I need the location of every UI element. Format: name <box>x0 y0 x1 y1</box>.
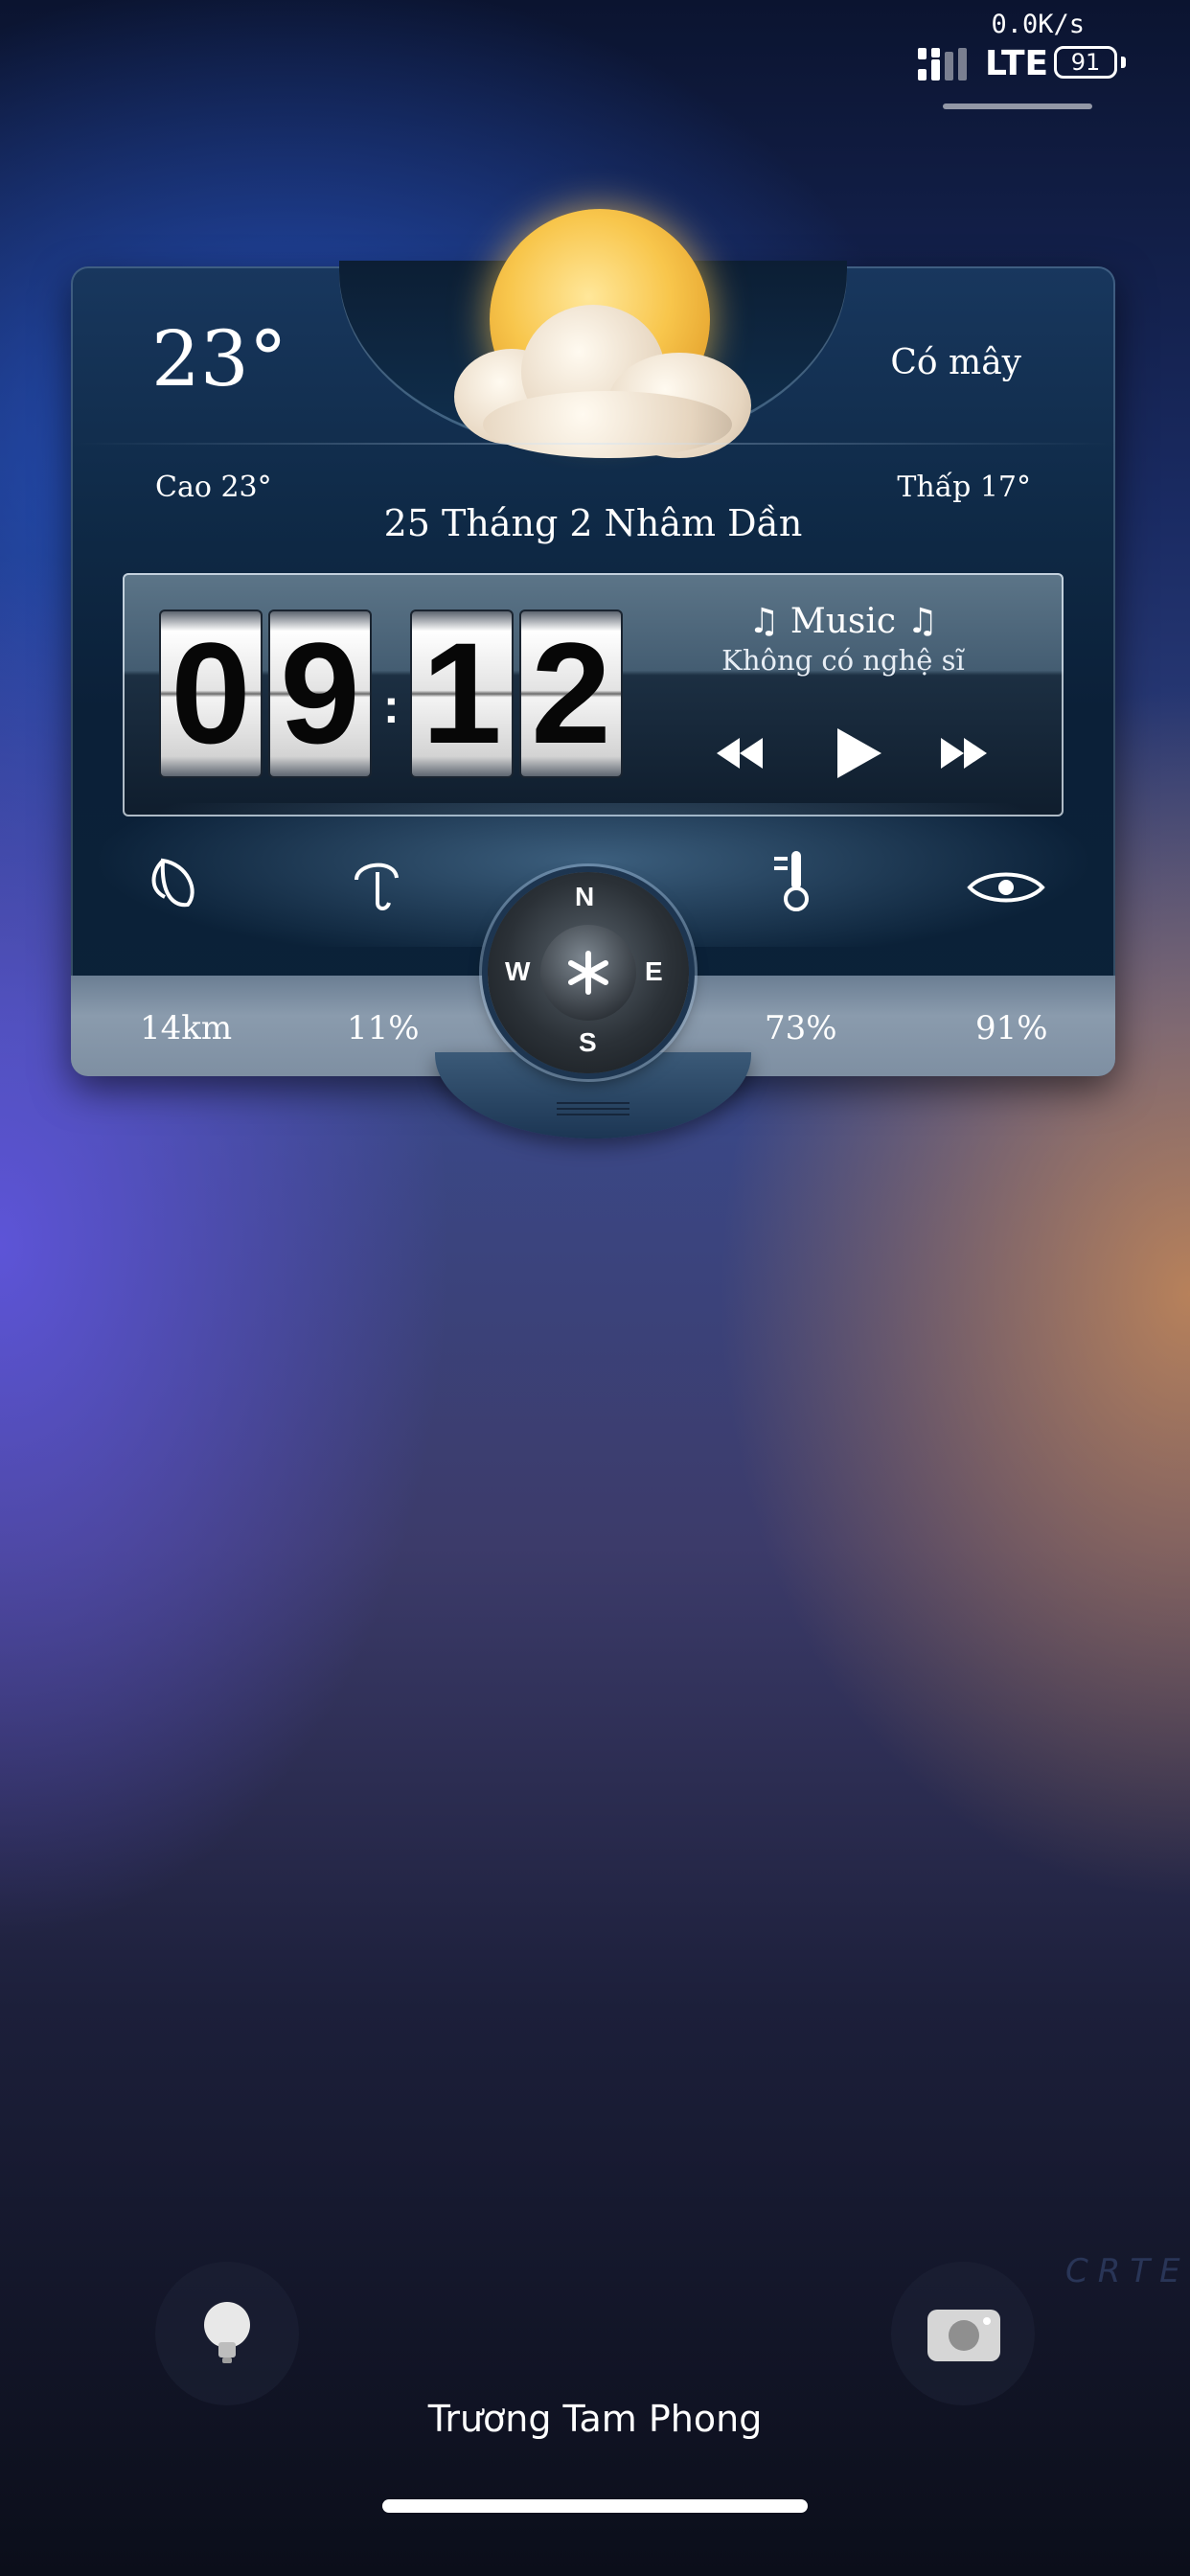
clock-digit: 2 <box>519 610 623 778</box>
play-button[interactable] <box>832 726 883 784</box>
compass-east: E <box>645 956 663 986</box>
music-title[interactable]: ♫ Music ♫ <box>690 602 996 641</box>
owner-name: Trương Tam Phong <box>427 2398 763 2440</box>
compass-west: W <box>505 956 531 986</box>
compass-north: N <box>575 882 595 911</box>
visibility-distance: 14km <box>140 1009 233 1047</box>
network-speed: 0.0K/s <box>991 10 1085 39</box>
flashlight-icon <box>204 2302 250 2363</box>
current-temperature: 23° <box>151 314 287 403</box>
clock-digit: 1 <box>410 610 514 778</box>
flashlight-button[interactable] <box>155 2262 299 2405</box>
lunar-date: 25 Tháng 2 Nhâm Dần <box>383 502 803 544</box>
battery-indicator: 91 <box>1054 46 1117 79</box>
umbrella-icon <box>351 855 404 918</box>
wind-leaf-icon <box>144 855 203 912</box>
home-indicator[interactable] <box>382 2499 808 2513</box>
play-icon <box>837 728 881 778</box>
weather-condition: Có mây <box>890 343 1021 382</box>
status-divider <box>943 104 1092 109</box>
battery-nub <box>1121 57 1126 68</box>
rain-chance: 11% <box>347 1009 420 1047</box>
fast-forward-icon <box>941 738 987 769</box>
rewind-icon <box>717 738 763 769</box>
pull-tab-lines <box>557 1102 629 1117</box>
eye-value: 91% <box>975 1009 1048 1047</box>
eye-icon <box>966 868 1046 910</box>
compass-south: S <box>579 1027 597 1057</box>
clock-separator: : <box>383 679 400 733</box>
clock-digit: 0 <box>159 610 263 778</box>
clock-digit: 9 <box>268 610 372 778</box>
wind-star-icon <box>568 951 608 995</box>
compass-icon[interactable]: N E S W <box>488 872 689 1073</box>
camera-button[interactable] <box>891 2262 1035 2405</box>
humidity-value: 73% <box>765 1009 837 1047</box>
music-artist: Không có nghệ sĩ <box>721 644 965 677</box>
compass-center <box>540 925 636 1021</box>
thermometer-icon <box>770 847 818 918</box>
fast-forward-button[interactable] <box>939 734 989 776</box>
network-type: LTE <box>985 44 1049 83</box>
high-temperature: Cao 23° <box>155 471 272 504</box>
watermark: CRTE <box>1065 2252 1190 2290</box>
clock-music-panel: 0 9 : 1 2 ♫ Music ♫ Không có nghệ sĩ <box>123 573 1064 816</box>
divider <box>71 443 1115 445</box>
low-temperature: Thấp 17° <box>897 471 1031 504</box>
weather-clock-widget[interactable]: 23° Có mây Cao 23° Thấp 17° 25 Tháng 2 N… <box>71 209 1115 1138</box>
signal-bars-icon <box>918 48 968 80</box>
camera-icon <box>927 2310 1000 2361</box>
rewind-button[interactable] <box>715 734 765 776</box>
